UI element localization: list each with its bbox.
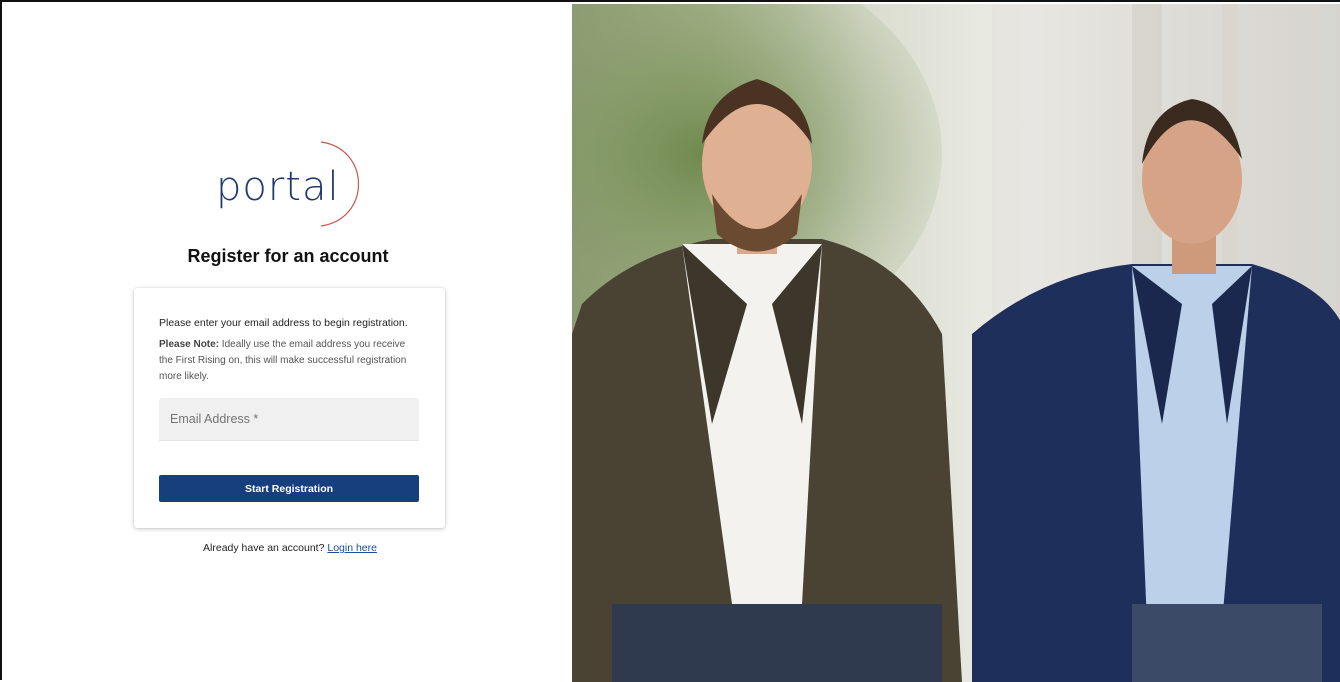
registration-panel: portal Register for an account Please en… bbox=[4, 4, 572, 682]
page-frame: portal Register for an account Please en… bbox=[0, 0, 1340, 682]
start-registration-button[interactable]: Start Registration bbox=[159, 475, 419, 502]
hero-photo bbox=[572, 4, 1340, 682]
hero-photo-illustration bbox=[572, 4, 1340, 682]
registration-card: Please enter your email address to begin… bbox=[134, 288, 445, 528]
intro-text: Please enter your email address to begin… bbox=[159, 317, 408, 329]
note-label: Please Note: bbox=[159, 339, 220, 350]
login-prompt-text: Already have an account? bbox=[203, 542, 328, 554]
note-text: Please Note: Ideally use the email addre… bbox=[159, 337, 421, 385]
login-prompt: Already have an account? Login here bbox=[4, 542, 576, 554]
portal-logo: portal bbox=[196, 134, 386, 234]
page-title: Register for an account bbox=[187, 246, 389, 266]
logo-wordmark: portal bbox=[216, 164, 340, 210]
email-field[interactable] bbox=[159, 398, 419, 441]
login-link[interactable]: Login here bbox=[327, 542, 377, 554]
